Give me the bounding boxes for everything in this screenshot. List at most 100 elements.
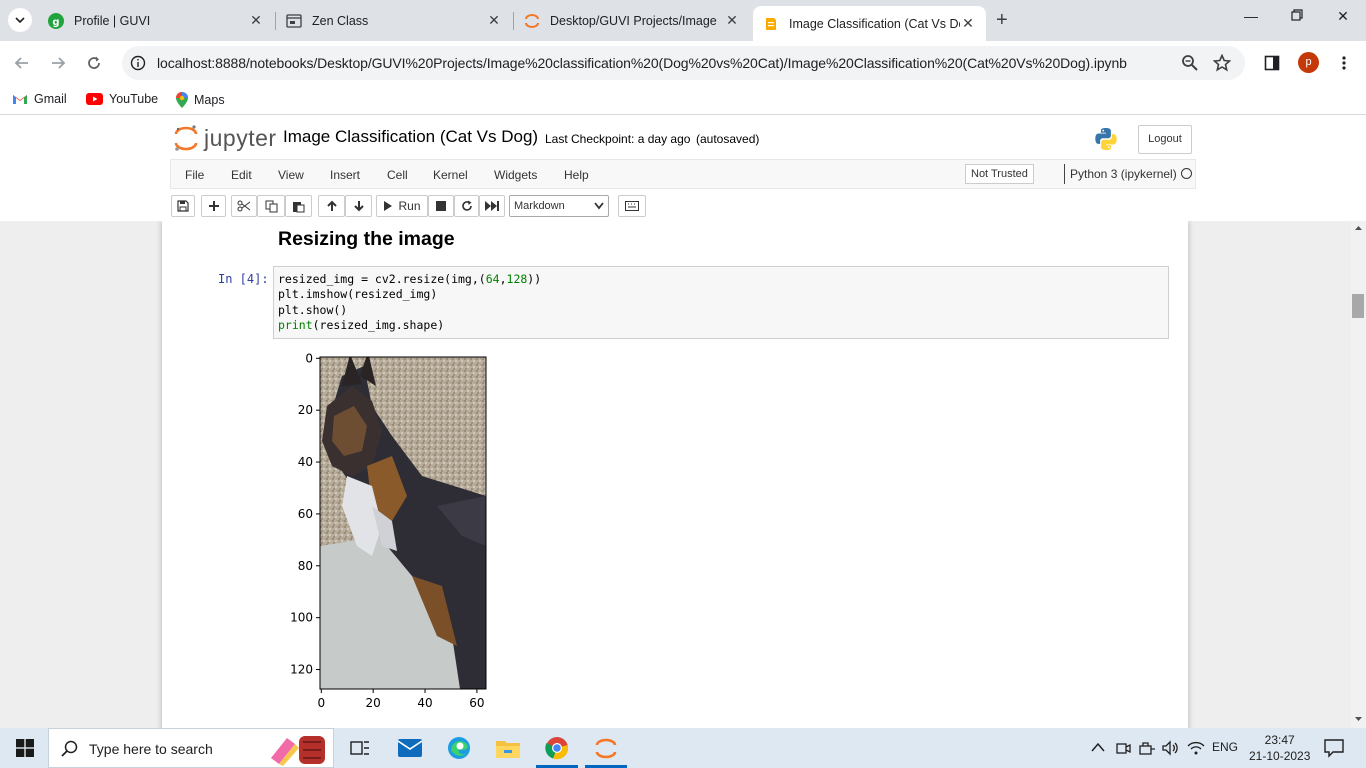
- close-tab-icon[interactable]: ✕: [724, 12, 740, 29]
- notebook-title[interactable]: Image Classification (Cat Vs Dog): [283, 127, 538, 147]
- code-line: print(resized_img.shape): [278, 317, 445, 332]
- restore-icon[interactable]: [1287, 8, 1307, 24]
- notifications-icon[interactable]: [1324, 738, 1344, 761]
- meet-now-icon[interactable]: [1115, 740, 1131, 759]
- y-tick-label: 100: [290, 611, 313, 625]
- logout-button[interactable]: Logout: [1138, 125, 1192, 154]
- taskbar-search-box[interactable]: Type here to search: [48, 728, 334, 768]
- tab-zen-class[interactable]: Zen Class ✕: [276, 0, 512, 41]
- cell-type-select[interactable]: Markdown: [509, 195, 609, 217]
- y-tick-label: 120: [290, 663, 313, 677]
- address-bar[interactable]: localhost:8888/notebooks/Desktop/GUVI%20…: [122, 46, 1245, 80]
- edge-icon[interactable]: [447, 736, 471, 760]
- network-adapter-icon[interactable]: [1138, 740, 1156, 759]
- more-menu-icon[interactable]: [1334, 53, 1354, 73]
- code-line: resized_img = cv2.resize(img,(64,128)): [278, 272, 542, 286]
- windows-start-icon[interactable]: [13, 736, 37, 760]
- scrollbar-thumb[interactable]: [1352, 294, 1364, 318]
- close-window-icon[interactable]: ✕: [1333, 8, 1353, 25]
- side-panel-icon[interactable]: [1262, 53, 1282, 73]
- copy-button[interactable]: [257, 195, 285, 217]
- code-line: plt.imshow(resized_img): [278, 287, 438, 302]
- jupyter-logo-icon: [174, 125, 198, 151]
- autosave-status: (autosaved): [696, 132, 760, 146]
- tab-image-classification[interactable]: Image Classification (Cat Vs Do ✕: [753, 6, 986, 41]
- notebook-icon: [763, 16, 779, 32]
- url-text[interactable]: localhost:8888/notebooks/Desktop/GUVI%20…: [157, 55, 1127, 71]
- volume-icon[interactable]: [1162, 740, 1180, 759]
- interrupt-button[interactable]: [428, 195, 454, 217]
- chevron-up-icon[interactable]: [1091, 740, 1105, 755]
- input-language[interactable]: ENG: [1212, 740, 1238, 754]
- chevron-down-icon: [594, 201, 604, 213]
- chrome-icon[interactable]: [545, 736, 569, 760]
- close-tab-icon[interactable]: ✕: [486, 12, 502, 29]
- menu-view[interactable]: View: [278, 168, 304, 182]
- tab-profile-guvi[interactable]: g Profile | GUVI ✕: [38, 0, 274, 41]
- dog-image: [320, 357, 486, 689]
- insert-cell-button[interactable]: [201, 195, 226, 217]
- menu-kernel[interactable]: Kernel: [433, 168, 468, 182]
- menu-cell[interactable]: Cell: [387, 168, 408, 182]
- menu-bar: File Edit View Insert Cell Kernel Widget…: [170, 159, 1196, 189]
- bookmark-maps[interactable]: Maps: [176, 92, 225, 108]
- cut-button[interactable]: [231, 195, 257, 217]
- bookmarks-bar: Gmail YouTube Maps: [0, 85, 1366, 115]
- command-palette-button[interactable]: [618, 195, 646, 217]
- bookmark-youtube[interactable]: YouTube: [86, 92, 158, 106]
- zoom-icon[interactable]: [1181, 54, 1199, 75]
- restart-button[interactable]: [454, 195, 479, 217]
- forward-icon[interactable]: [48, 53, 68, 73]
- jupyter-logo[interactable]: jupyter: [174, 123, 277, 153]
- minimize-icon[interactable]: —: [1241, 8, 1261, 24]
- restart-run-all-button[interactable]: [479, 195, 505, 217]
- new-tab-button[interactable]: +: [996, 10, 1008, 30]
- menu-file[interactable]: File: [185, 168, 204, 182]
- fast-forward-icon: [485, 201, 499, 211]
- not-trusted-button[interactable]: Not Trusted: [965, 164, 1034, 184]
- close-tab-icon[interactable]: ✕: [960, 15, 976, 32]
- tab-search-button[interactable]: [8, 8, 32, 32]
- jupyter-taskbar-icon[interactable]: [594, 736, 618, 760]
- paste-icon: [293, 201, 305, 212]
- move-up-button[interactable]: [318, 195, 345, 217]
- windows-taskbar: Type here to search ENG 23:47 21-10-2023: [0, 728, 1366, 768]
- youtube-icon: [86, 93, 103, 105]
- back-icon[interactable]: [12, 53, 32, 73]
- search-icon: [61, 740, 79, 761]
- profile-avatar[interactable]: p: [1298, 52, 1319, 73]
- maps-icon: [176, 92, 188, 108]
- arrow-up-icon: [326, 200, 337, 211]
- keyboard-icon: [625, 201, 639, 211]
- tab-title: Zen Class: [312, 13, 369, 28]
- reload-icon[interactable]: [84, 53, 104, 73]
- search-highlight-icon[interactable]: [265, 732, 329, 768]
- markdown-heading[interactable]: Resizing the image: [278, 228, 455, 251]
- paste-button[interactable]: [285, 195, 312, 217]
- mail-icon[interactable]: [398, 736, 422, 760]
- input-prompt: In [4]:: [218, 272, 269, 286]
- info-icon[interactable]: [130, 55, 146, 74]
- bookmark-gmail[interactable]: Gmail: [12, 92, 67, 106]
- menu-help[interactable]: Help: [564, 168, 589, 182]
- kernel-name[interactable]: Python 3 (ipykernel): [1070, 167, 1177, 181]
- arrow-down-icon: [353, 201, 364, 212]
- tab-desktop-guvi-projects[interactable]: Desktop/GUVI Projects/Image ✕: [514, 0, 750, 41]
- system-clock[interactable]: 23:47 21-10-2023: [1249, 732, 1310, 764]
- output-plot: 0 20 40 60 80 100 120 0 20 40 60: [290, 351, 487, 710]
- bookmark-star-icon[interactable]: [1212, 53, 1232, 75]
- run-button[interactable]: Run: [376, 195, 428, 217]
- task-view-icon[interactable]: [348, 736, 372, 760]
- copy-icon: [265, 200, 277, 212]
- save-button[interactable]: [171, 195, 195, 217]
- plus-icon: [208, 201, 219, 211]
- code-cell-input[interactable]: resized_img = cv2.resize(img,(64,128)) p…: [273, 266, 1169, 339]
- close-tab-icon[interactable]: ✕: [248, 12, 264, 29]
- wifi-icon[interactable]: [1187, 740, 1205, 759]
- menu-insert[interactable]: Insert: [330, 168, 360, 182]
- menu-widgets[interactable]: Widgets: [494, 168, 537, 182]
- browser-toolbar: localhost:8888/notebooks/Desktop/GUVI%20…: [0, 41, 1366, 85]
- menu-edit[interactable]: Edit: [231, 168, 252, 182]
- move-down-button[interactable]: [345, 195, 372, 217]
- file-explorer-icon[interactable]: [496, 736, 520, 760]
